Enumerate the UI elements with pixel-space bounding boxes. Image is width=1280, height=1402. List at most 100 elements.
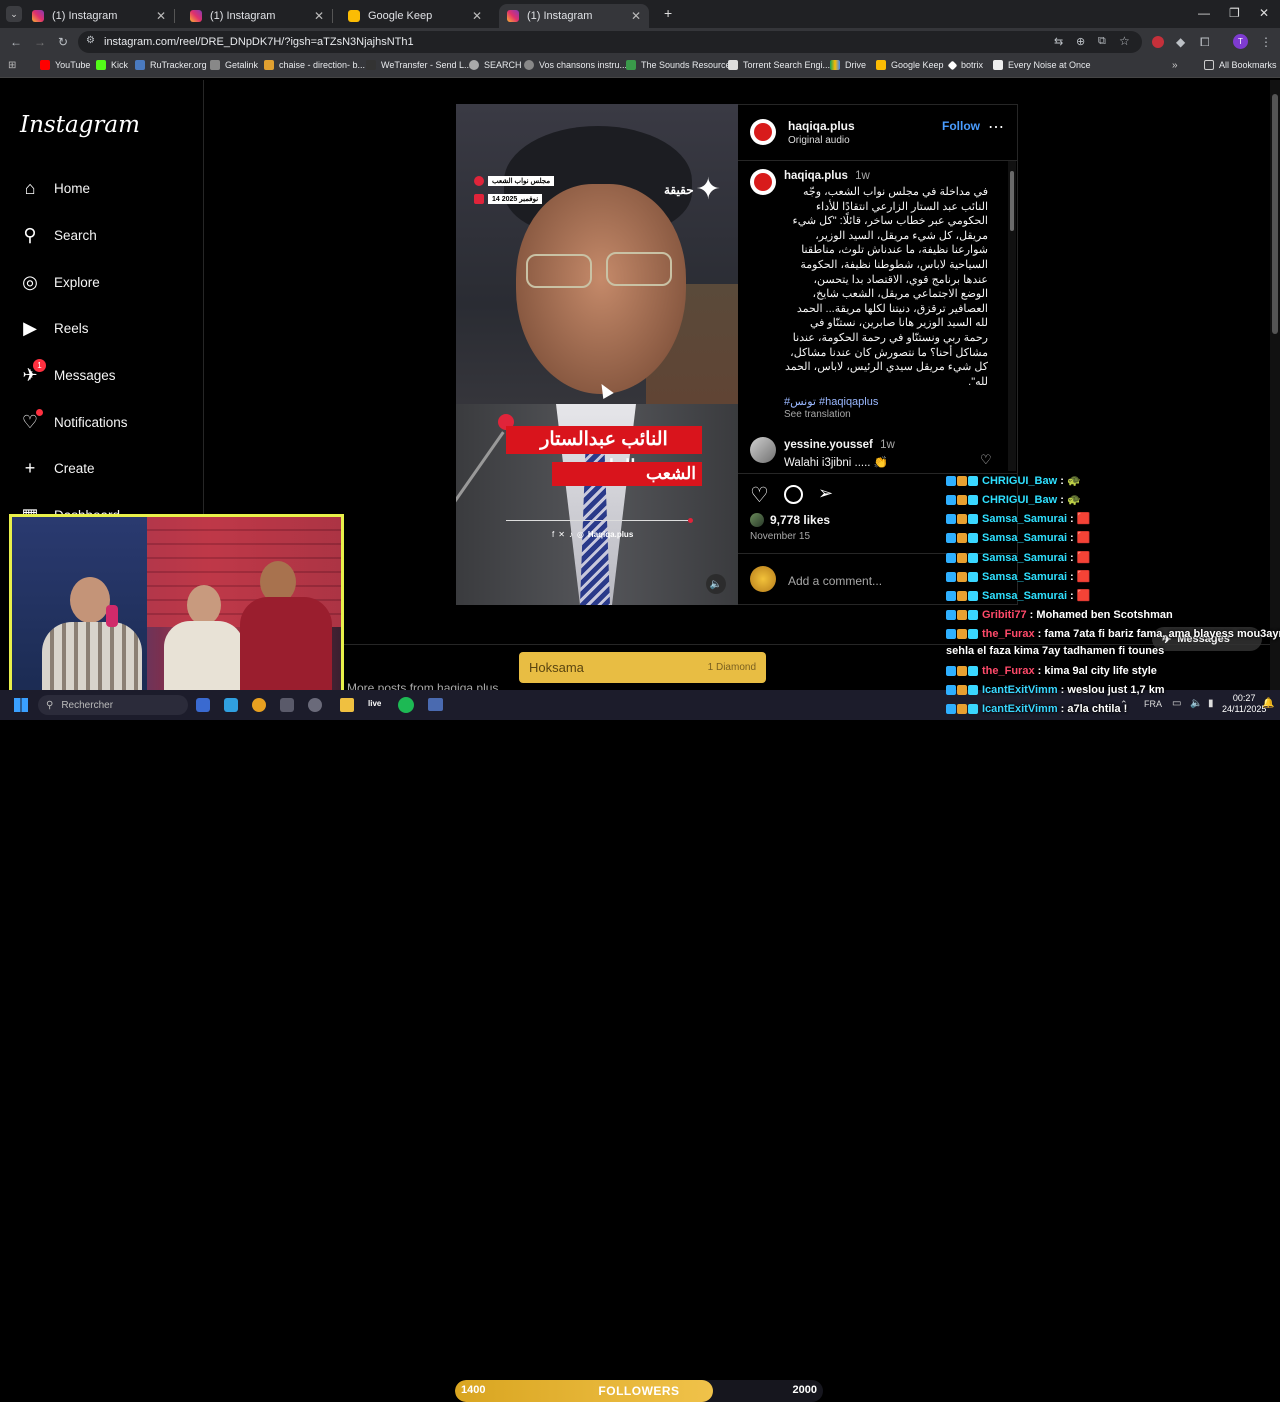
tab-search-icon[interactable]: ⌄ (6, 6, 22, 22)
caption-hashtags[interactable]: #تونس #haqiqaplus (784, 395, 878, 408)
taskbar-app-icon[interactable] (280, 698, 294, 712)
nav-item-explore[interactable]: ◎ Explore (20, 272, 100, 292)
nav-item-create[interactable]: + Create (20, 458, 95, 478)
bookmark-botrix[interactable]: botrix (947, 60, 983, 70)
messages-badge: 1 (33, 359, 46, 372)
spotify-icon[interactable] (398, 697, 414, 713)
bookmark-sounds-resource[interactable]: The Sounds Resource (626, 60, 731, 70)
restore-window-icon[interactable]: ❐ (1229, 6, 1240, 20)
browser-tab-4-active[interactable]: (1) Instagram ✕ (499, 4, 649, 28)
file-explorer-icon[interactable] (340, 698, 354, 712)
extension-diamond-icon[interactable]: ◆ (1176, 35, 1185, 49)
caption-username[interactable]: haqiqa.plus (784, 170, 848, 182)
new-tab-icon[interactable]: + (664, 5, 672, 21)
clock-date: 24/11/2025 (1222, 704, 1267, 714)
likes-count[interactable]: 9,778 likes (770, 513, 830, 527)
instagram-logo[interactable]: Instagram (20, 112, 140, 138)
close-tab-icon[interactable]: ✕ (631, 9, 641, 23)
close-tab-icon[interactable]: ✕ (314, 9, 324, 23)
bookmark-google-keep[interactable]: Google Keep (876, 60, 944, 70)
reel-video[interactable]: مجلس نواب الشعب 14 نوفمبر 2025 حقيقة ✦ ا… (456, 104, 738, 605)
facebook-icon: f (552, 530, 555, 539)
post-author-avatar[interactable] (750, 119, 776, 145)
bookmark-kick[interactable]: Kick (96, 60, 128, 70)
bookmark-youtube[interactable]: YouTube (40, 60, 90, 70)
extension-icon[interactable] (1152, 36, 1164, 48)
caption-author-avatar[interactable] (750, 169, 776, 195)
bookmark-search[interactable]: SEARCH (469, 60, 522, 70)
share-paper-plane-icon[interactable]: ➢ (818, 483, 833, 504)
scrollbar-thumb[interactable] (1010, 171, 1014, 231)
nav-item-search[interactable]: ⚲ Search (20, 225, 96, 245)
taskbar-app-icon[interactable] (308, 698, 322, 712)
chat-separator: : (1067, 551, 1077, 564)
taskbar-app-icon[interactable] (224, 698, 238, 712)
notification-bell-icon[interactable]: 🔔 (1262, 698, 1274, 709)
close-window-icon[interactable]: ✕ (1259, 6, 1269, 20)
comments-scrollbar[interactable] (1008, 161, 1016, 471)
commenter-avatar[interactable] (750, 437, 776, 463)
nav-item-messages[interactable]: ✈ 1 Messages (20, 359, 116, 385)
volume-icon[interactable]: 🔈 (706, 574, 726, 594)
comment-username[interactable]: yessine.youssef (784, 439, 873, 451)
minimize-window-icon[interactable]: — (1198, 6, 1210, 20)
bookmark-chaise[interactable]: chaise - direction- b... (264, 60, 365, 70)
bookmark-rutracker[interactable]: RuTracker.org (135, 60, 207, 70)
taskbar-app-icon[interactable] (196, 698, 210, 712)
browser-menu-icon[interactable]: ⋮ (1260, 35, 1272, 49)
more-bookmarks-chevron-icon[interactable]: » (1172, 60, 1178, 71)
windows-start-icon[interactable] (14, 698, 28, 712)
volume-icon[interactable]: 🔈 (1190, 698, 1202, 709)
bookmark-drive[interactable]: Drive (830, 60, 866, 70)
bookmark-star-icon[interactable]: ☆ (1119, 34, 1130, 48)
follow-button[interactable]: Follow (942, 119, 980, 133)
likes-row[interactable]: 9,778 likes (750, 513, 830, 527)
bookmark-torrent-search[interactable]: Torrent Search Engi... (728, 60, 830, 70)
more-options-icon[interactable]: ⋯ (988, 117, 1005, 137)
photos-app-icon[interactable] (428, 698, 443, 711)
live-app-icon[interactable]: live (368, 699, 381, 708)
network-icon[interactable]: ▭ (1172, 698, 1181, 709)
taskbar-app-icon[interactable] (252, 698, 266, 712)
browser-toolbar: ← → ↻ ⚙ instagram.com/reel/DRE_DNpDK7H/?… (0, 28, 1280, 56)
taskbar-search-box[interactable]: ⚲ Rechercher (38, 695, 188, 715)
address-bar[interactable]: ⚙ instagram.com/reel/DRE_DNpDK7H/?igsh=a… (78, 31, 1142, 53)
install-app-icon[interactable]: ⧉ (1098, 35, 1106, 48)
calendar-icon (474, 194, 484, 204)
extensions-puzzle-icon[interactable]: ⧠ (1200, 35, 1210, 50)
clock[interactable]: 00:27 24/11/2025 (1222, 693, 1266, 715)
reload-icon[interactable]: ↻ (58, 35, 68, 49)
back-icon[interactable]: ← (10, 35, 22, 49)
comment-bubble-icon[interactable] (784, 485, 803, 504)
like-heart-icon[interactable]: ♡ (750, 483, 769, 508)
post-author-username[interactable]: haqiqa.plus (788, 119, 855, 133)
profile-avatar[interactable]: T (1233, 34, 1248, 49)
zoom-icon[interactable]: ⊕ (1076, 35, 1085, 48)
like-comment-heart-icon[interactable]: ♡ (980, 452, 992, 468)
language-indicator[interactable]: FRA (1144, 699, 1162, 709)
site-info-icon[interactable]: ⚙ (86, 35, 95, 46)
bookmark-vos-chansons[interactable]: Vos chansons instru... (524, 60, 627, 70)
all-bookmarks-folder[interactable]: All Bookmarks (1204, 60, 1277, 70)
page-scrollbar[interactable] (1270, 80, 1280, 690)
browser-tab-3[interactable]: Google Keep ✕ (340, 4, 490, 28)
forward-icon[interactable]: → (34, 35, 46, 49)
nav-item-notifications[interactable]: ♡ Notifications (20, 409, 128, 432)
browser-tab-2[interactable]: (1) Instagram ✕ (182, 4, 333, 28)
original-audio-link[interactable]: Original audio (788, 135, 850, 146)
donation-amount: 1 Diamond (707, 662, 756, 673)
battery-icon[interactable]: ▮ (1208, 698, 1214, 709)
bookmark-wetransfer[interactable]: WeTransfer - Send L... (366, 60, 472, 70)
page-scrollbar-thumb[interactable] (1272, 94, 1278, 334)
see-translation-link[interactable]: See translation (784, 409, 851, 420)
nav-item-home[interactable]: ⌂ Home (20, 178, 90, 198)
translate-icon[interactable]: ⇆ (1054, 35, 1063, 48)
close-tab-icon[interactable]: ✕ (156, 9, 166, 23)
close-tab-icon[interactable]: ✕ (472, 9, 482, 23)
nav-item-reels[interactable]: ▶ Reels (20, 318, 88, 338)
bookmark-every-noise[interactable]: Every Noise at Once (993, 60, 1091, 70)
bookmark-getalink[interactable]: Getalink (210, 60, 258, 70)
browser-tab-1[interactable]: (1) Instagram ✕ (24, 4, 175, 28)
add-comment-input[interactable]: Add a comment... (788, 574, 882, 588)
apps-grid-icon[interactable]: ⊞ (8, 60, 16, 71)
